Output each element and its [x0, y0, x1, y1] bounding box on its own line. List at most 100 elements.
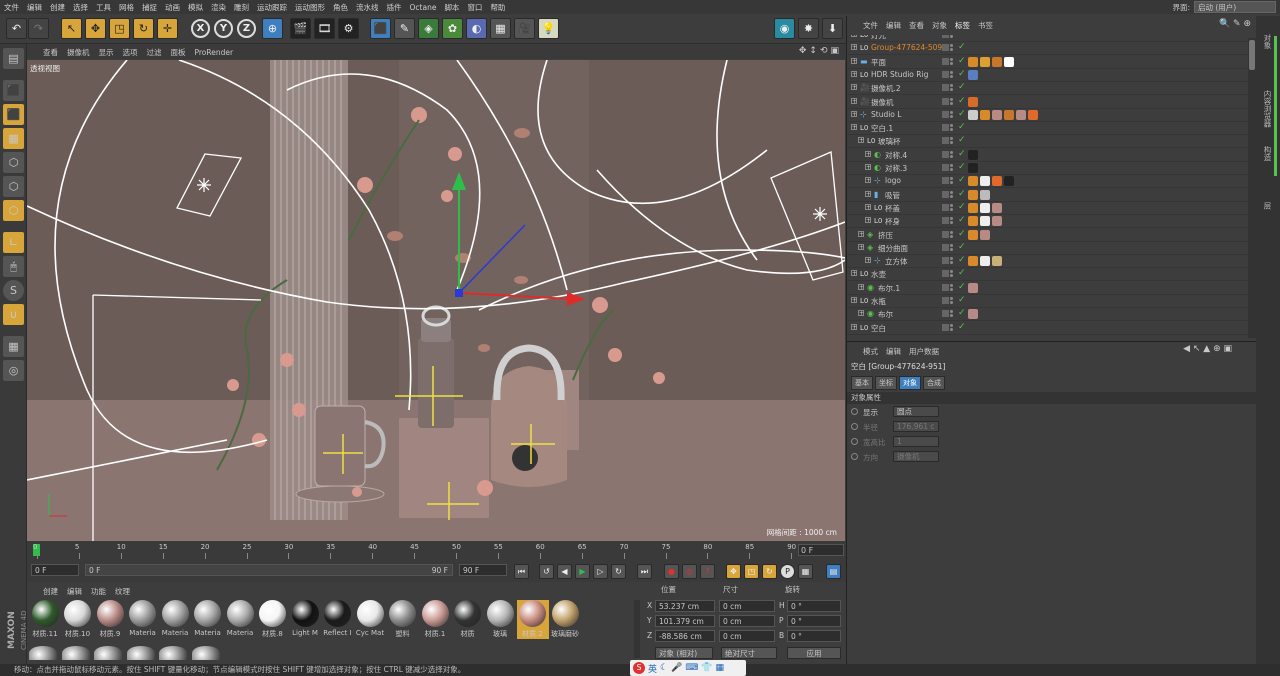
enabled-check-icon[interactable]: ✓: [958, 96, 966, 106]
material-swatch[interactable]: 材质.1: [419, 600, 451, 639]
range-slider[interactable]: 0 F 90 F: [85, 564, 453, 576]
expand-toggle-icon[interactable]: +: [851, 124, 857, 131]
object-row[interactable]: + ◐ 对称.3 ✓: [847, 162, 1255, 175]
visibility-dots[interactable]: [942, 310, 958, 319]
current-frame-field[interactable]: 0 F: [798, 544, 844, 556]
menu-item[interactable]: 角色: [333, 2, 348, 13]
visibility-dots[interactable]: [942, 124, 958, 133]
start-frame-field[interactable]: 0 F: [31, 564, 79, 576]
enabled-check-icon[interactable]: ✓: [958, 229, 966, 239]
size-x-field[interactable]: 0 cm: [719, 600, 775, 612]
right-tab[interactable]: 层: [1262, 202, 1273, 210]
menu-item[interactable]: 窗口: [467, 2, 482, 13]
material-swatch[interactable]: Reflect I: [322, 600, 354, 637]
object-name[interactable]: Studio L: [871, 110, 901, 119]
visibility-dots[interactable]: [942, 217, 958, 226]
expand-toggle-icon[interactable]: +: [851, 35, 857, 38]
radio-icon[interactable]: [851, 453, 858, 460]
visibility-dots[interactable]: [942, 57, 958, 67]
material-swatch[interactable]: Light M: [289, 600, 321, 637]
menu-item[interactable]: 捕捉: [142, 2, 157, 13]
live-select-icon[interactable]: ↖: [61, 18, 82, 39]
polygons-mode-icon[interactable]: ⬡: [3, 200, 24, 221]
object-name[interactable]: 玻璃杯: [878, 136, 901, 147]
expand-toggle-icon[interactable]: +: [865, 217, 871, 224]
object-name[interactable]: 灯光: [871, 35, 886, 41]
object-row[interactable]: + ⊹ logo ✓: [847, 175, 1255, 189]
material-tag[interactable]: [980, 216, 990, 227]
radio-icon[interactable]: [851, 423, 858, 430]
enabled-check-icon[interactable]: ✓: [958, 69, 966, 79]
enabled-check-icon[interactable]: ✓: [958, 322, 966, 332]
material-tag[interactable]: [968, 202, 978, 213]
rotate-icon[interactable]: ↻: [133, 18, 154, 39]
object-row[interactable]: + L0 杯身 ✓: [847, 215, 1255, 229]
subdivision-icon[interactable]: ◈: [418, 18, 439, 39]
keyboard-icon[interactable]: ⌨: [685, 663, 698, 673]
material-swatch[interactable]: 材质.8: [257, 600, 289, 639]
enabled-check-icon[interactable]: ✓: [958, 109, 966, 119]
ime-lang-label[interactable]: 英: [648, 662, 657, 675]
enable-snap-icon[interactable]: ∪: [3, 304, 24, 325]
viewport-menu-item[interactable]: 查看: [43, 47, 58, 58]
object-name[interactable]: 水壶: [871, 269, 886, 280]
material-swatch[interactable]: 材质.2: [516, 600, 549, 639]
enabled-check-icon[interactable]: ✓: [958, 215, 966, 225]
expand-toggle-icon[interactable]: +: [865, 150, 871, 157]
timeline-ruler[interactable]: 0 5 10 15 20 25 30 35 40 45 50 55 60 65 70 75 80 85 90 0 F: [27, 541, 846, 560]
world-coords-icon[interactable]: ⊕: [262, 18, 283, 39]
object-row[interactable]: + L0 空白 ✓: [847, 322, 1255, 335]
object-row[interactable]: + ⊹ Studio L ✓: [847, 109, 1255, 122]
rotation-b-field[interactable]: 0 °: [787, 630, 841, 642]
snap-icon[interactable]: S: [3, 280, 24, 301]
material-tag[interactable]: [968, 216, 978, 227]
menu-item[interactable]: Octane: [410, 3, 437, 12]
object-name[interactable]: Group-477624-509: [871, 43, 942, 52]
enabled-check-icon[interactable]: ✓: [958, 308, 966, 318]
object-name[interactable]: 立方体: [885, 256, 908, 267]
object-row[interactable]: + L0 玻璃杯 ✓: [847, 135, 1255, 149]
expand-toggle-icon[interactable]: +: [865, 257, 871, 264]
radio-icon[interactable]: [851, 438, 858, 445]
coord-mode-dropdown[interactable]: 对象 (相对): [655, 647, 713, 659]
material-tag[interactable]: [992, 109, 1002, 120]
visibility-dots[interactable]: [942, 190, 958, 200]
material-tag[interactable]: [968, 69, 978, 80]
workplane-icon[interactable]: ▦: [3, 128, 24, 149]
enabled-check-icon[interactable]: ✓: [958, 35, 966, 39]
material-swatch[interactable]: Materia: [127, 600, 159, 637]
apply-button[interactable]: 应用: [787, 647, 841, 659]
expand-toggle-icon[interactable]: +: [851, 97, 857, 104]
render-view-icon[interactable]: 🎬: [290, 18, 311, 39]
enabled-check-icon[interactable]: ✓: [958, 82, 966, 92]
visibility-dots[interactable]: [942, 270, 958, 279]
menu-item[interactable]: 编辑: [27, 2, 42, 13]
expand-toggle-icon[interactable]: +: [858, 283, 864, 290]
material-tag[interactable]: [968, 56, 978, 67]
right-tab[interactable]: 对象: [1262, 34, 1273, 49]
lock-workplane-icon[interactable]: ▦: [3, 336, 24, 357]
material-swatch[interactable]: 材质.9: [94, 600, 126, 639]
texture-mode-icon[interactable]: ⬛: [3, 104, 24, 125]
object-row[interactable]: + L0 杯盖 ✓: [847, 202, 1255, 215]
object-row[interactable]: +L0灯光 ✓: [847, 35, 1255, 42]
object-name[interactable]: 空白.1: [871, 123, 893, 134]
visibility-dots[interactable]: [942, 110, 958, 120]
undo-icon[interactable]: ↶: [6, 18, 27, 39]
add-icon[interactable]: ✛: [157, 18, 178, 39]
expand-toggle-icon[interactable]: +: [851, 44, 857, 51]
tweak-mode-icon[interactable]: 🖱: [3, 256, 24, 277]
visibility-dots[interactable]: [942, 44, 958, 53]
material-tag[interactable]: [980, 176, 990, 187]
redo-icon[interactable]: ↷: [28, 18, 49, 39]
enabled-check-icon[interactable]: ✓: [958, 242, 966, 252]
object-name[interactable]: logo: [885, 176, 901, 185]
expand-toggle-icon[interactable]: +: [851, 110, 857, 117]
go-to-end-icon[interactable]: ⏭: [637, 564, 652, 579]
object-row[interactable]: + ▬ 平面 ✓: [847, 56, 1255, 69]
visibility-dots[interactable]: [942, 137, 958, 146]
material-tag[interactable]: [968, 163, 978, 173]
attribute-value[interactable]: 摄像机: [893, 451, 939, 462]
material-tag[interactable]: [1004, 109, 1014, 120]
expand-toggle-icon[interactable]: +: [865, 203, 871, 210]
